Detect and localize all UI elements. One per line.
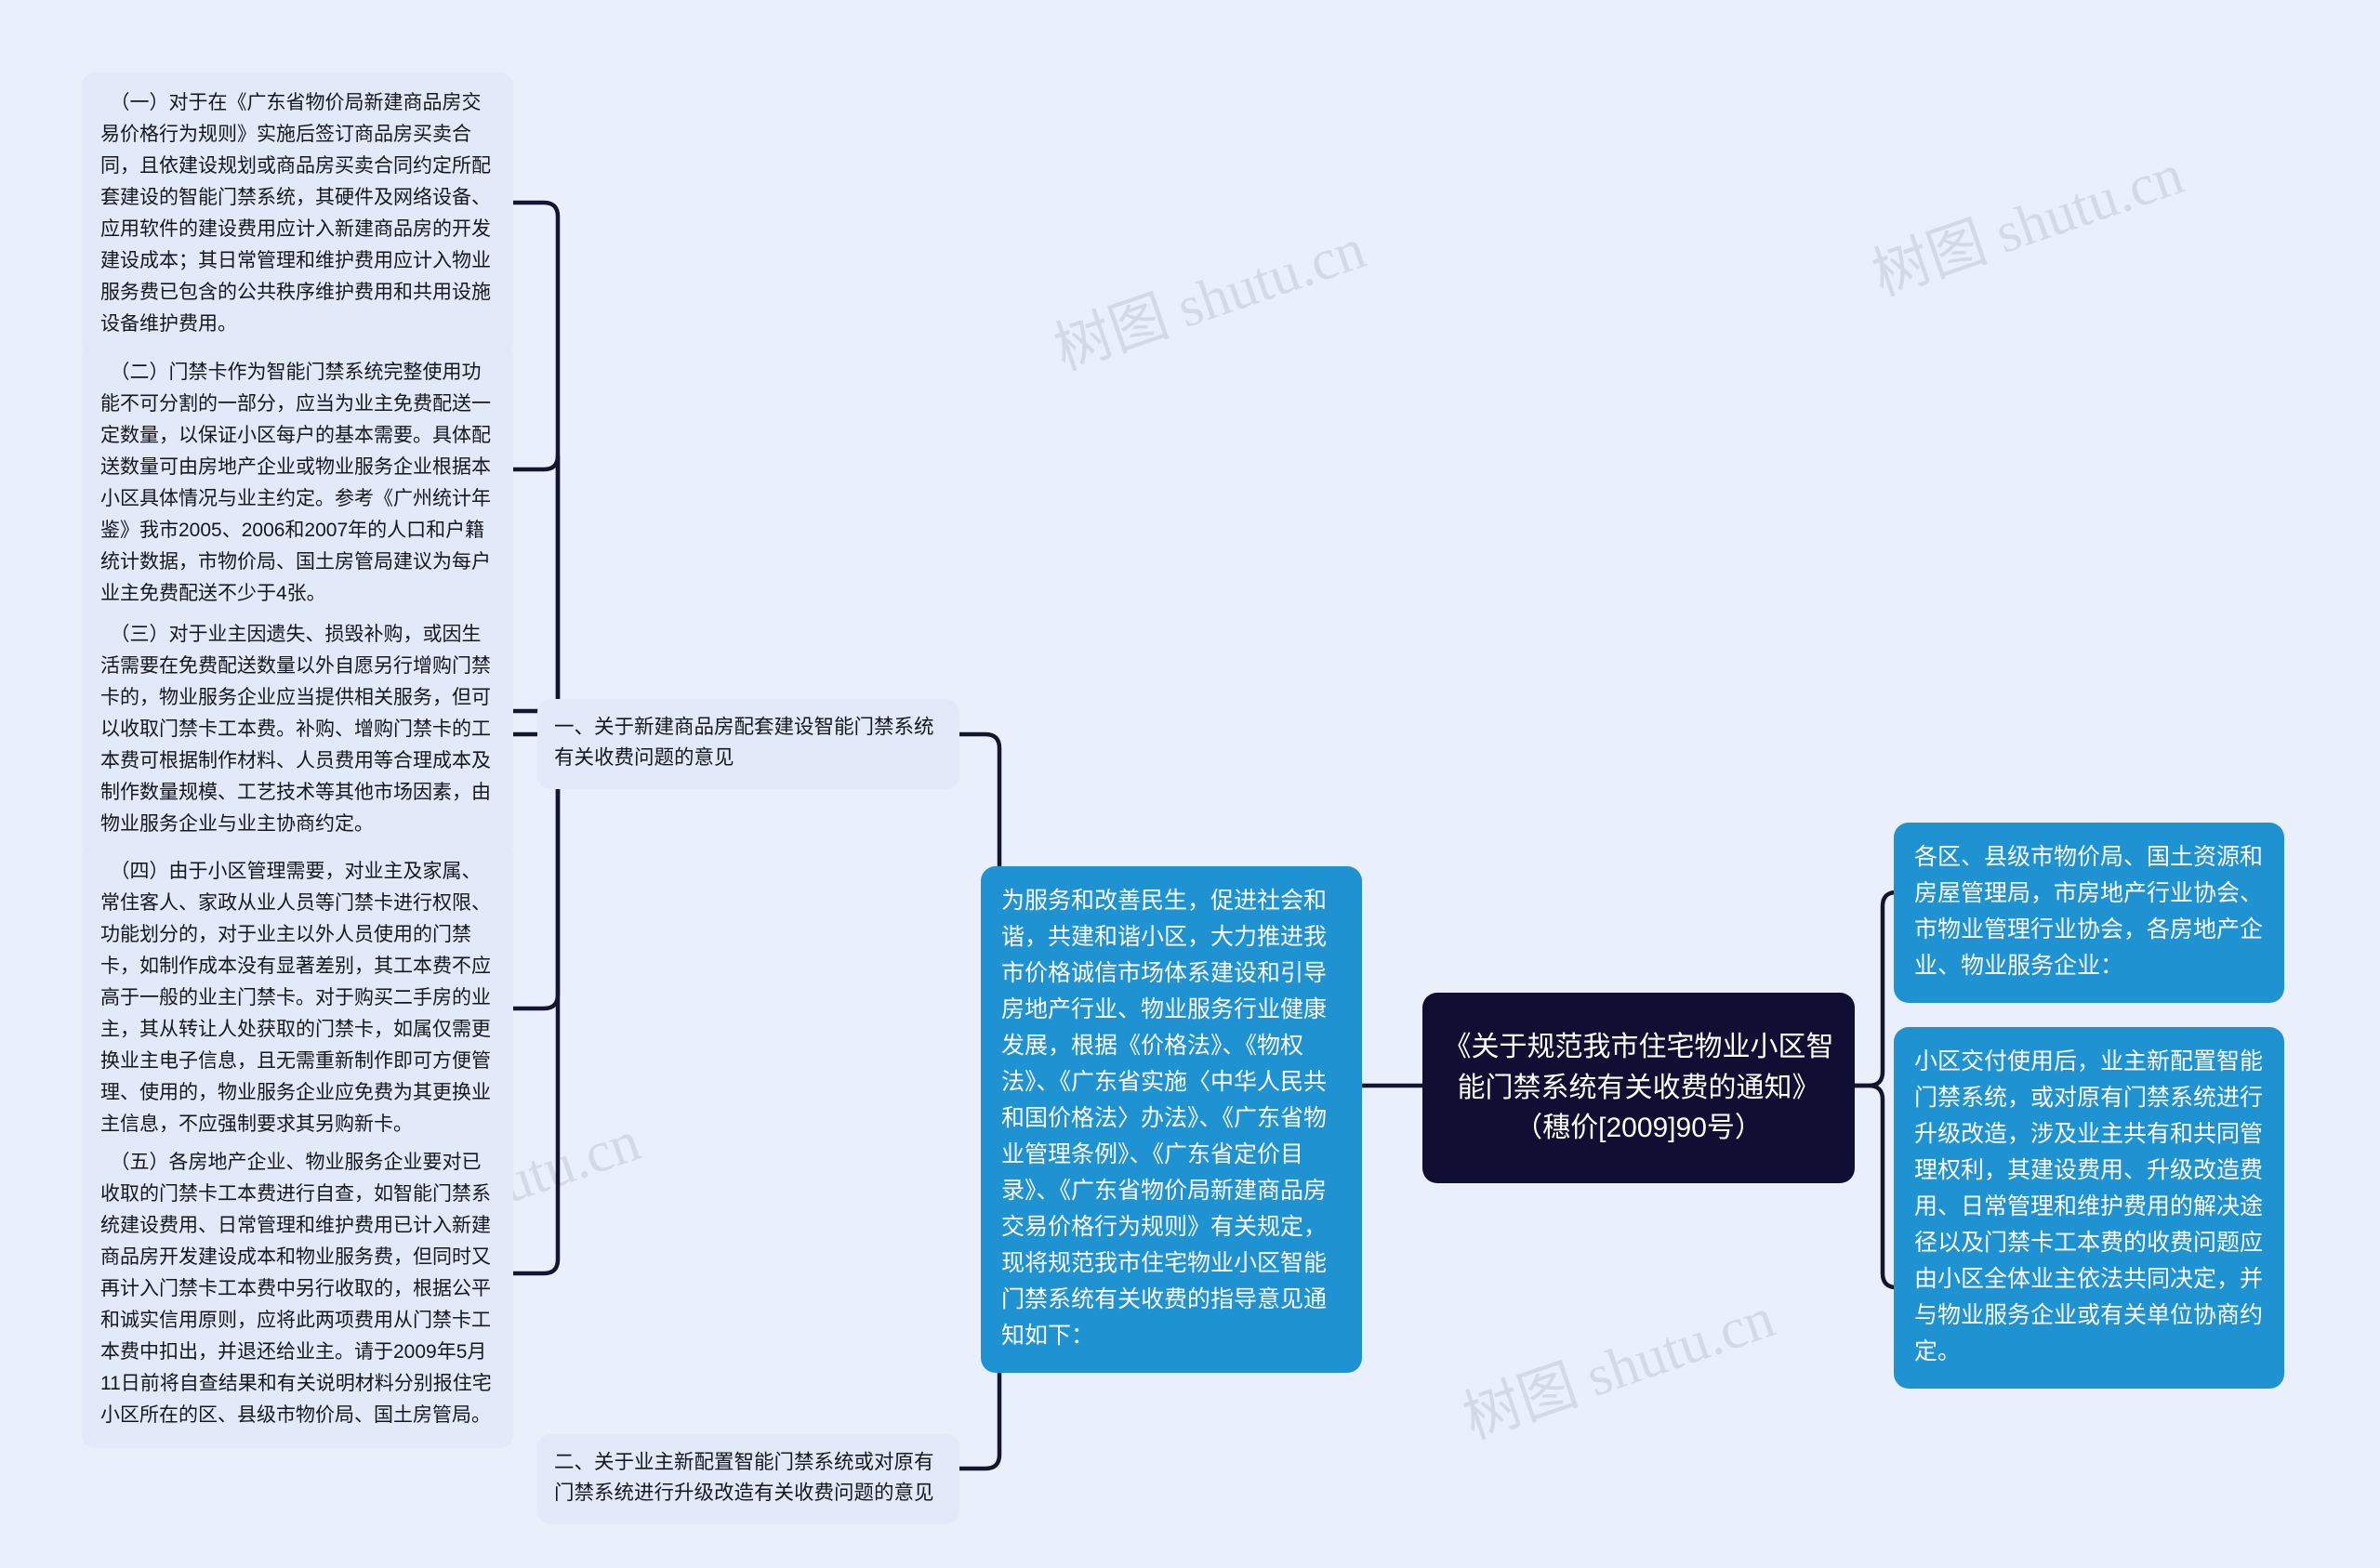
list-item[interactable]: （五）各房地产企业、物业服务企业要对已收取的门禁卡工本费进行自查，如智能门禁系统… (82, 1132, 513, 1449)
connector-root-to-recipients (1852, 889, 1897, 1088)
section-two-detail-node[interactable]: 小区交付使用后，业主新配置智能门禁系统，或对原有门禁系统进行升级改造，涉及业主共… (1894, 1027, 2284, 1389)
connector-item-1 (513, 200, 561, 720)
connector-item-2 (513, 455, 561, 720)
list-item[interactable]: （三）对于业主因遗失、损毁补购，或因生活需要在免费配送数量以外自愿另行增购门禁卡… (82, 604, 513, 858)
sidebar-item-section-one[interactable]: 一、关于新建商品房配套建设智能门禁系统有关收费问题的意见 (537, 699, 959, 789)
list-item[interactable]: （二）门禁卡作为智能门禁系统完整使用功能不可分割的一部分，应当为业主免费配送一定… (82, 342, 513, 627)
list-item[interactable]: （四）由于小区管理需要，对业主及家属、常住客人、家政从业人员等门禁卡进行权限、功… (82, 841, 513, 1158)
page-title[interactable]: 《关于规范我市住宅物业小区智能门禁系统有关收费的通知》（穗价[2009]90号） (1422, 993, 1855, 1183)
sidebar-item-section-two[interactable]: 二、关于业主新配置智能门禁系统或对原有门禁系统进行升级改造有关收费问题的意见 (537, 1434, 959, 1524)
list-item[interactable]: （一）对于在《广东省物价局新建商品房交易价格行为规则》实施后签订商品房买卖合同，… (82, 72, 513, 358)
mindmap-canvas: 树图 shutu.cn 树图 shutu.cn 树图 shutu.cn 树图 s… (0, 0, 2380, 1568)
intro-node[interactable]: 为服务和改善民生，促进社会和谐，共建和谐小区，大力推进我市价格诚信市场体系建设和… (981, 866, 1362, 1373)
connector-root-to-section-two-detail (1852, 1083, 1897, 1290)
recipients-node[interactable]: 各区、县级市物价局、国土资源和房屋管理局，市房地产行业协会、市物业管理行业协会，… (1894, 823, 2284, 1003)
